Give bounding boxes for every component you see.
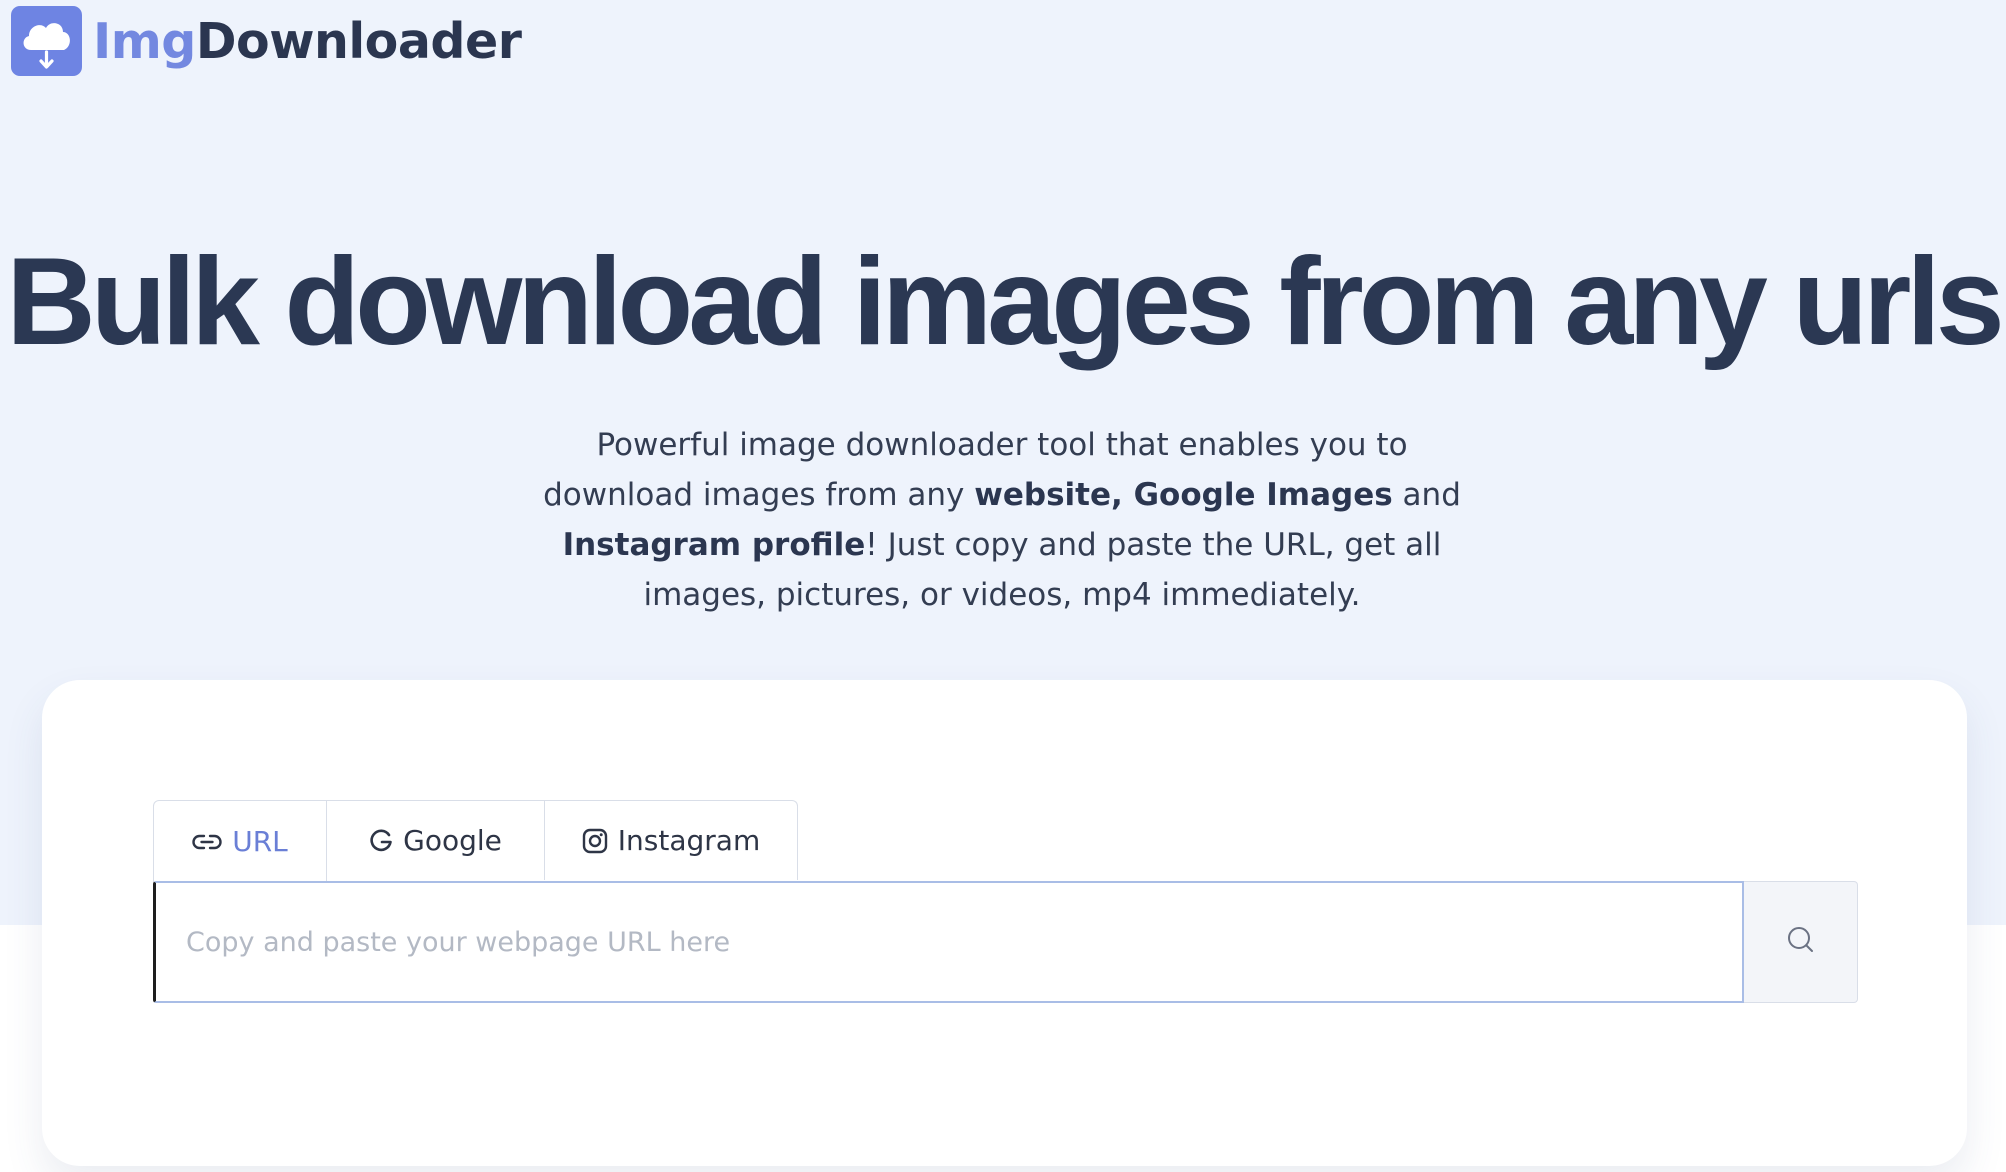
tab-url-label: URL — [232, 825, 288, 858]
search-icon — [1786, 925, 1816, 959]
subtitle-bold-1: website, Google Images — [974, 477, 1393, 513]
subtitle-text-2: and — [1392, 477, 1461, 513]
url-input[interactable] — [153, 881, 1744, 1003]
instagram-icon — [582, 828, 608, 854]
tab-instagram[interactable]: Instagram — [545, 800, 798, 880]
url-search-form — [153, 881, 1858, 1003]
cloud-download-icon — [11, 6, 82, 76]
logo-text-downloader: Downloader — [195, 12, 522, 70]
tab-google-label: Google — [403, 824, 502, 857]
tab-instagram-label: Instagram — [617, 824, 761, 857]
logo-wordmark: ImgDownloader — [93, 17, 522, 66]
subtitle-bold-2: Instagram profile — [562, 527, 866, 563]
hero-subtitle: Powerful image downloader tool that enab… — [540, 420, 1464, 620]
search-button[interactable] — [1744, 881, 1858, 1003]
source-tabs: URL Google Instagram — [153, 800, 798, 882]
site-logo[interactable]: ImgDownloader — [11, 6, 522, 76]
tab-url[interactable]: URL — [153, 800, 327, 882]
link-icon — [192, 833, 222, 851]
page-headline: Bulk download images from any urls — [6, 233, 2005, 371]
logo-text-img: Img — [93, 12, 196, 70]
google-icon — [369, 828, 393, 854]
tab-google[interactable]: Google — [327, 800, 545, 880]
